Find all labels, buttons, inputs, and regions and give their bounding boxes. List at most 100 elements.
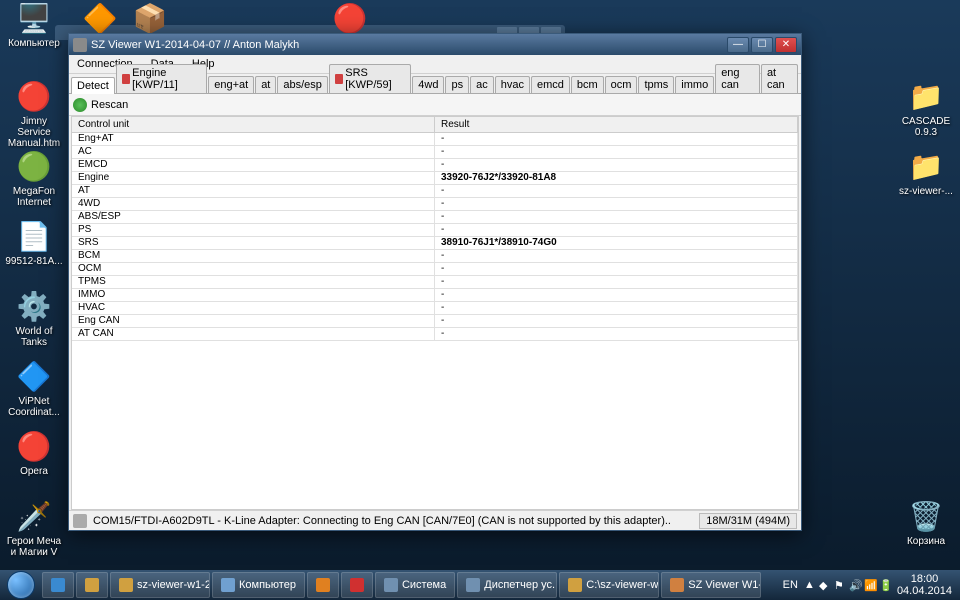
tab[interactable]: 4wd: [412, 76, 444, 93]
tab[interactable]: SRS [KWP/59]: [329, 64, 411, 93]
taskbar-item[interactable]: [307, 572, 339, 598]
taskbar-item[interactable]: [42, 572, 74, 598]
cell-result: -: [435, 302, 798, 314]
tab[interactable]: ac: [470, 76, 494, 93]
taskbar-item[interactable]: Система: [375, 572, 455, 598]
desktop-icon[interactable]: 🟢MegaFon Internet: [4, 148, 64, 208]
taskbar-item[interactable]: [76, 572, 108, 598]
desktop-icon[interactable]: 🔴Opera: [4, 428, 64, 477]
desktop-icon[interactable]: 🗡️Герои Меча и Магии V: [4, 498, 64, 558]
taskbar-item[interactable]: C:\sz-viewer-w...: [559, 572, 659, 598]
start-button[interactable]: [2, 570, 40, 600]
task-icon: [221, 578, 235, 592]
table-row[interactable]: AC-: [72, 146, 798, 159]
rescan-button[interactable]: Rescan: [91, 99, 128, 111]
task-icon: [316, 578, 330, 592]
header-control-unit[interactable]: Control unit: [72, 117, 435, 132]
tab-label: Detect: [77, 80, 109, 92]
tab[interactable]: at can: [761, 64, 798, 93]
tab[interactable]: at: [255, 76, 276, 93]
table-row[interactable]: TPMS-: [72, 276, 798, 289]
table-row[interactable]: Eng+AT-: [72, 133, 798, 146]
task-label: Диспетчер ус...: [484, 579, 557, 591]
tabbar: DetectEngine [KWP/11]eng+atatabs/espSRS …: [69, 74, 801, 94]
titlebar[interactable]: SZ Viewer W1-2014-04-07 // Anton Malykh …: [69, 34, 801, 55]
tab-label: at: [261, 79, 270, 91]
table-row[interactable]: EMCD-: [72, 159, 798, 172]
tab[interactable]: eng+at: [208, 76, 254, 93]
cell-result: -: [435, 211, 798, 223]
cell-result: -: [435, 146, 798, 158]
icon: 🗡️: [16, 498, 52, 534]
table-row[interactable]: 4WD-: [72, 198, 798, 211]
taskbar-item[interactable]: Компьютер: [212, 572, 305, 598]
maximize-button[interactable]: ☐: [751, 37, 773, 53]
tab[interactable]: bcm: [571, 76, 604, 93]
tab[interactable]: ps: [445, 76, 469, 93]
icon: 🔶: [82, 0, 118, 36]
task-label: C:\sz-viewer-w...: [586, 579, 659, 591]
task-label: SZ Viewer W1-...: [688, 579, 761, 591]
status-text: COM15/FTDI-A602D9TL - K-Line Adapter: Co…: [93, 515, 693, 527]
desktop-icon[interactable]: 📁CASCADE 0.9.3: [896, 78, 956, 138]
table-row[interactable]: AT CAN-: [72, 328, 798, 341]
tab[interactable]: ocm: [605, 76, 638, 93]
app-icon: [73, 38, 87, 52]
table-row[interactable]: Eng CAN-: [72, 315, 798, 328]
desktop-icon[interactable]: ⚙️World of Tanks: [4, 288, 64, 348]
table-row[interactable]: AT-: [72, 185, 798, 198]
tab[interactable]: emcd: [531, 76, 570, 93]
lang-indicator[interactable]: EN: [783, 579, 798, 591]
tab[interactable]: Detect: [71, 77, 115, 94]
tab-label: Engine [KWP/11]: [132, 67, 201, 91]
icon-label: ViPNet Coordinat...: [4, 396, 64, 418]
table-row[interactable]: ABS/ESP-: [72, 211, 798, 224]
header-result[interactable]: Result: [435, 117, 798, 132]
cell-unit: HVAC: [72, 302, 435, 314]
table-row[interactable]: Engine33920-76J2*/33920-81A8: [72, 172, 798, 185]
close-button[interactable]: ✕: [775, 37, 797, 53]
tray-icons[interactable]: ▲◆⚑🔊📶🔋: [804, 579, 891, 591]
cell-unit: 4WD: [72, 198, 435, 210]
icon: 🖥️: [16, 0, 52, 36]
task-label: sz-viewer-w1-2...: [137, 579, 210, 591]
tab[interactable]: abs/esp: [277, 76, 328, 93]
minimize-button[interactable]: —: [727, 37, 749, 53]
tab-label: emcd: [537, 79, 564, 91]
desktop-icon[interactable]: 🔷ViPNet Coordinat...: [4, 358, 64, 418]
tab[interactable]: eng can: [715, 64, 760, 93]
desktop-icon[interactable]: 📁sz-viewer-...: [896, 148, 956, 197]
cell-unit: Eng CAN: [72, 315, 435, 327]
cell-unit: EMCD: [72, 159, 435, 171]
system-tray[interactable]: EN ▲◆⚑🔊📶🔋 18:00 04.04.2014: [777, 573, 958, 597]
table-row[interactable]: IMMO-: [72, 289, 798, 302]
cell-unit: OCM: [72, 263, 435, 275]
table-row[interactable]: HVAC-: [72, 302, 798, 315]
desktop-icon[interactable]: 📄99512-81A...: [4, 218, 64, 267]
desktop-icon[interactable]: 🖥️Компьютер: [4, 0, 64, 49]
tab-icon: [335, 74, 343, 84]
taskbar-item[interactable]: Диспетчер ус...: [457, 572, 557, 598]
table-row[interactable]: OCM-: [72, 263, 798, 276]
cell-unit: SRS: [72, 237, 435, 249]
grid[interactable]: Control unit Result Eng+AT-AC-EMCD-Engin…: [71, 116, 799, 510]
tab[interactable]: Engine [KWP/11]: [116, 64, 207, 93]
tab[interactable]: hvac: [495, 76, 530, 93]
taskbar-item[interactable]: sz-viewer-w1-2...: [110, 572, 210, 598]
tab[interactable]: tpms: [638, 76, 674, 93]
table-row[interactable]: BCM-: [72, 250, 798, 263]
taskbar-item[interactable]: SZ Viewer W1-...: [661, 572, 761, 598]
desktop-icon[interactable]: 🔴Jimny Service Manual.htm: [4, 78, 64, 149]
desktop-icon[interactable]: 🗑️Корзина: [896, 498, 956, 547]
taskbar-item[interactable]: [341, 572, 373, 598]
cell-unit: Eng+AT: [72, 133, 435, 145]
clock[interactable]: 18:00 04.04.2014: [897, 573, 952, 597]
table-row[interactable]: PS-: [72, 224, 798, 237]
icon-label: Герои Меча и Магии V: [4, 536, 64, 558]
task-icon: [384, 578, 398, 592]
tab[interactable]: immo: [675, 76, 714, 93]
table-row[interactable]: SRS38910-76J1*/38910-74G0: [72, 237, 798, 250]
tab-label: ps: [451, 79, 463, 91]
task-icon: [670, 578, 684, 592]
statusbar: COM15/FTDI-A602D9TL - K-Line Adapter: Co…: [69, 510, 801, 530]
